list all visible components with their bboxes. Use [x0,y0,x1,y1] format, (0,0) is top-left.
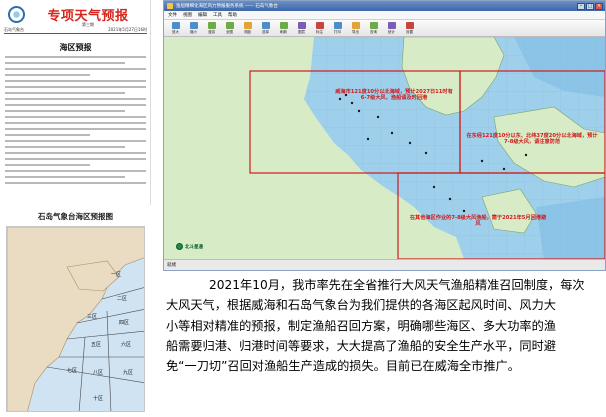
paragraph-line: 2021年10月，我市率先在全省推行大风天气渔船精准召回制度，每次 [209,278,585,292]
menu-item-view[interactable]: 视图 [183,12,192,18]
app-icon [167,3,173,9]
chart-icon [387,21,396,29]
toolbar: 放大 缩小 漫游 全图 测距 选择 刷新 图层 标注 打印 导出 查询 统计 设… [164,20,605,37]
layers-button[interactable]: 图层 [293,21,310,36]
map-badge: 北斗星通 [176,243,203,250]
select-button[interactable]: 选择 [257,21,274,36]
paragraph-line: 船需要归港、归港时间等要求，大大提高了渔船的安全生产水平，同时避 [166,338,556,353]
zone-3-annotation: 在其他海区作业的7-8级大风渔船，需于2021年5月回港避风 [409,215,547,228]
menu-item-help[interactable]: 帮助 [228,12,237,18]
menu-item-file[interactable]: 文件 [168,12,177,18]
cursor-icon [261,21,270,29]
zone-label-6: 六区 [121,342,132,348]
paragraph-line: 大风天气，根据威海和石岛气象台为我们提供的各海区起风时间、风力大 [166,298,556,313]
refresh-icon [279,21,288,29]
export-button[interactable]: 导出 [347,21,364,36]
settings-button[interactable]: 设置 [401,21,418,36]
zoom-out-button[interactable]: 缩小 [185,21,202,36]
zoom-out-icon [189,21,198,29]
document-body-text [5,56,146,188]
map-canvas[interactable]: 威海市121度10分以北海域，预计2027日11时有6-7级大风，渔船请及时回港… [164,37,605,259]
status-bar: 就绪 [164,259,605,270]
zone-map-title: 石岛气象台海区预报图 [38,212,113,221]
menu-item-edit[interactable]: 编辑 [198,12,207,18]
gear-icon [405,21,414,29]
paragraph-line: 免“一刀切”召回对渔船生产造成的损失。目前已在威海全市推广。 [166,359,520,374]
zone-label-3: 三区 [87,314,98,320]
print-button[interactable]: 打印 [329,21,346,36]
menu-item-tools[interactable]: 工具 [213,12,222,18]
beidou-logo-icon [176,243,183,250]
full-extent-button[interactable]: 全图 [221,21,238,36]
zone-2-annotation: 在东经121度10分以东、北纬37度20分以北海域，预计7-8级大风，请注意防范 [466,133,598,146]
paragraph-line: 小等相对精准的预报，制定渔船召回方案，明确哪些海区、多大功率的渔 [166,318,556,333]
window-titlebar[interactable]: 渔船精细化海区风力预报服务系统 —— 石岛气象台 – □ × [164,1,605,11]
zone-label-7: 七区 [67,368,78,374]
forecast-document: 专项天气预报 第三期 石岛气象台 2021年5月27日16时 海区预报 [0,0,151,205]
document-divider [4,33,147,34]
zone-label-9: 九区 [123,370,134,376]
export-icon [351,21,360,29]
statistics-button[interactable]: 统计 [383,21,400,36]
pan-button[interactable]: 漫游 [203,21,220,36]
status-text: 就绪 [167,263,176,268]
zone-label-5: 五区 [91,342,102,348]
zone-label-1: 一区 [111,272,122,278]
query-button[interactable]: 查询 [365,21,382,36]
maximize-icon[interactable]: □ [586,2,594,10]
zone-label-4: 四区 [119,320,130,326]
measure-button[interactable]: 测距 [239,21,256,36]
pan-hand-icon [207,21,216,29]
zone-label-10: 十区 [93,396,104,402]
close-icon[interactable]: × [595,2,603,10]
gis-app-window: 渔船精细化海区风力预报服务系统 —— 石岛气象台 – □ × 文件 视图 编辑 … [163,0,606,271]
printer-icon [333,21,342,29]
zone-1-annotation: 威海市121度10分以北海域，预计2027日11时有6-7级大风，渔船请及时回港 [335,89,453,102]
zoom-in-button[interactable]: 放大 [167,21,184,36]
meteorology-logo-icon [8,6,25,23]
refresh-button[interactable]: 刷新 [275,21,292,36]
pin-icon [315,21,324,29]
document-heading: 海区预报 [59,42,92,52]
minimize-icon[interactable]: – [577,2,585,10]
window-title: 渔船精细化海区风力预报服务系统 —— 石岛气象台 [176,4,278,9]
layers-icon [297,21,306,29]
zone-label-2: 二区 [117,296,128,302]
menu-bar: 文件 视图 编辑 工具 帮助 [164,11,605,20]
search-icon [369,21,378,29]
window-controls: – □ × [577,2,605,10]
zone-forecast-map: 一区 二区 三区 四区 五区 六区 七区 八区 九区 十区 [6,226,145,412]
badge-text: 北斗星通 [185,244,203,250]
globe-icon [225,21,234,29]
annotate-button[interactable]: 标注 [311,21,328,36]
description-paragraph: 2021年10月，我市率先在全省推行大风天气渔船精准召回制度，每次 大风天气，根… [166,275,604,376]
ruler-icon [243,21,252,29]
zone-label-8: 八区 [93,370,104,376]
zoom-in-icon [171,21,180,29]
